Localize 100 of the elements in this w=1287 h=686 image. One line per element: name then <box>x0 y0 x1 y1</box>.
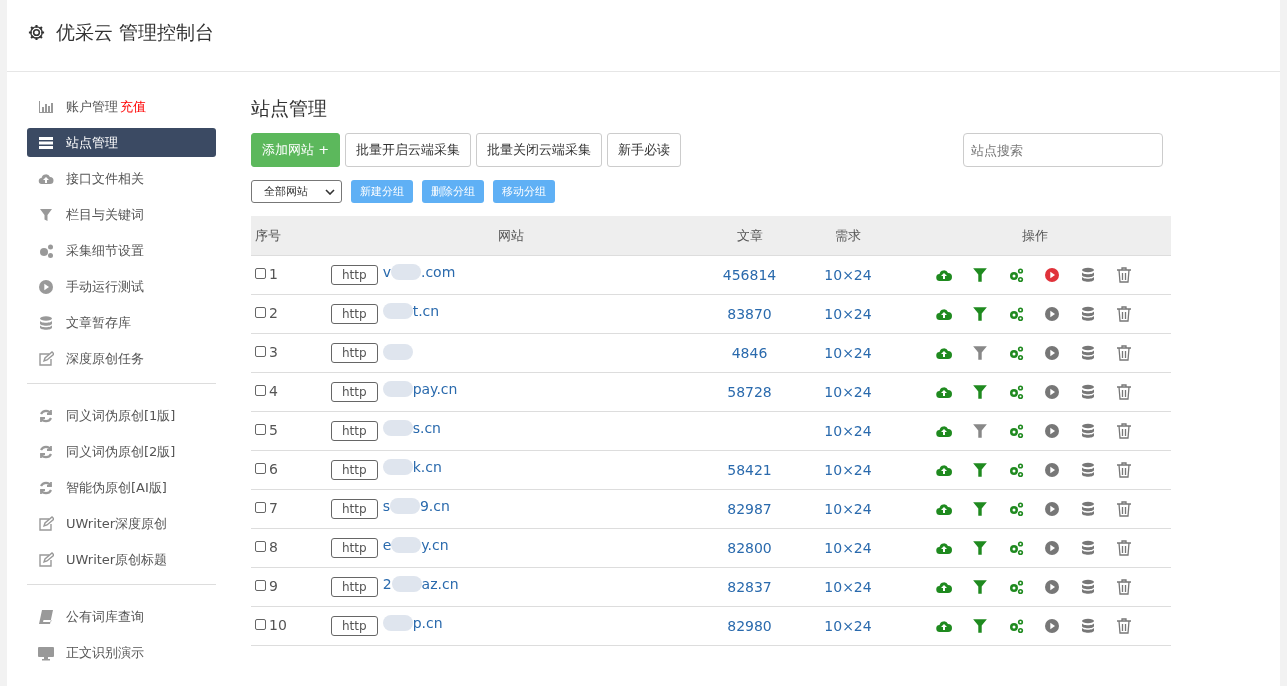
demand-value: 10×24 <box>824 306 872 322</box>
checkbox[interactable] <box>255 346 266 357</box>
gears-icon[interactable] <box>1008 540 1024 556</box>
checkbox[interactable] <box>255 463 266 474</box>
filter-icon[interactable] <box>972 423 988 439</box>
toolbar-button[interactable]: 新手必读 <box>607 133 682 167</box>
site-link[interactable]: e y.cn <box>382 537 449 553</box>
cloud-upload-icon[interactable] <box>936 267 952 283</box>
trash-icon[interactable] <box>1116 618 1132 634</box>
cloud-upload-icon[interactable] <box>936 540 952 556</box>
database-icon[interactable] <box>1080 501 1096 517</box>
play-icon[interactable] <box>1044 423 1060 439</box>
demand-value: 10×24 <box>824 618 872 634</box>
filter-icon[interactable] <box>972 618 988 634</box>
play-icon[interactable] <box>1044 618 1060 634</box>
cloud-upload-icon[interactable] <box>936 579 952 595</box>
database-icon[interactable] <box>1080 462 1096 478</box>
sidebar-item[interactable]: 深度原创任务 <box>27 344 216 373</box>
gears-icon[interactable] <box>1008 423 1024 439</box>
checkbox[interactable] <box>255 619 266 630</box>
group-dropdown[interactable]: 全部网站 <box>251 180 342 203</box>
trash-icon[interactable] <box>1116 501 1132 517</box>
database-icon[interactable] <box>1080 267 1096 283</box>
search-field[interactable]: 站点搜索 <box>963 133 1163 167</box>
toolbar-button[interactable]: 批量开启云端采集 <box>345 133 472 167</box>
database-icon[interactable] <box>1080 423 1096 439</box>
sidebar-item[interactable]: 文章暂存库 <box>27 308 216 337</box>
play-icon[interactable] <box>1044 579 1060 595</box>
cloud-upload-icon[interactable] <box>936 423 952 439</box>
sidebar-item[interactable]: 采集细节设置 <box>27 236 216 265</box>
filter-icon[interactable] <box>972 267 988 283</box>
checkbox[interactable] <box>255 307 266 318</box>
recharge-link[interactable]: 充值 <box>120 97 146 116</box>
sidebar-item[interactable]: 接口文件相关 <box>27 164 216 193</box>
sidebar-item[interactable]: 公有词库查询 <box>27 602 216 631</box>
sidebar-item[interactable]: 正文识别演示 <box>27 638 216 667</box>
play-icon[interactable] <box>1044 345 1060 361</box>
trash-icon[interactable] <box>1116 345 1132 361</box>
filter-icon[interactable] <box>972 540 988 556</box>
sidebar-item[interactable]: 站点管理 <box>27 128 216 157</box>
sidebar-item[interactable]: 栏目与关键词 <box>27 200 216 229</box>
article-count: 83870 <box>727 306 772 322</box>
trash-icon[interactable] <box>1116 306 1132 322</box>
site-link[interactable]: pay.cn <box>382 381 458 397</box>
checkbox[interactable] <box>255 502 266 513</box>
sidebar-item[interactable]: 账户管理 充值 <box>27 92 216 121</box>
filter-icon[interactable] <box>972 501 988 517</box>
gears-icon[interactable] <box>1008 618 1024 634</box>
gears-icon[interactable] <box>1008 462 1024 478</box>
checkbox[interactable] <box>255 580 266 591</box>
cloud-upload-icon[interactable] <box>936 501 952 517</box>
gears-icon[interactable] <box>1008 345 1024 361</box>
gears-icon[interactable] <box>1008 579 1024 595</box>
trash-icon[interactable] <box>1116 423 1132 439</box>
trash-icon[interactable] <box>1116 462 1132 478</box>
checkbox[interactable] <box>255 424 266 435</box>
sidebar-item[interactable]: 同义词伪原创[1版] <box>27 401 216 430</box>
filter-icon[interactable] <box>972 462 988 478</box>
database-icon[interactable] <box>1080 384 1096 400</box>
play-icon[interactable] <box>1044 306 1060 322</box>
cloud-upload-icon[interactable] <box>936 462 952 478</box>
sidebar-item[interactable]: UWriter深度原创 <box>27 509 216 538</box>
gears-icon[interactable] <box>1008 306 1024 322</box>
trash-icon[interactable] <box>1116 579 1132 595</box>
filter-icon[interactable] <box>972 306 988 322</box>
trash-icon[interactable] <box>1116 267 1132 283</box>
site-link[interactable]: v .com <box>382 264 456 280</box>
database-icon[interactable] <box>1080 345 1096 361</box>
checkbox[interactable] <box>255 268 266 279</box>
sidebar-item[interactable]: UWriter原创标题 <box>27 545 216 574</box>
cloud-upload-icon[interactable] <box>936 345 952 361</box>
play-icon[interactable] <box>1044 540 1060 556</box>
database-icon[interactable] <box>1080 306 1096 322</box>
gears-icon[interactable] <box>1008 501 1024 517</box>
toolbar-button[interactable]: 批量关闭云端采集 <box>476 133 603 167</box>
gears-icon[interactable] <box>1008 384 1024 400</box>
play-icon[interactable] <box>1044 501 1060 517</box>
database-icon[interactable] <box>1080 579 1096 595</box>
checkbox[interactable] <box>255 541 266 552</box>
sidebar-item[interactable]: 智能伪原创[AI版] <box>27 473 216 502</box>
cloud-upload-icon[interactable] <box>936 384 952 400</box>
trash-icon[interactable] <box>1116 384 1132 400</box>
row-number: 4 <box>269 383 278 399</box>
gears-icon[interactable] <box>1008 267 1024 283</box>
play-icon[interactable] <box>1044 267 1060 283</box>
trash-icon[interactable] <box>1116 540 1132 556</box>
sidebar-item[interactable]: 手动运行测试 <box>27 272 216 301</box>
database-icon[interactable] <box>1080 618 1096 634</box>
sidebar-item[interactable]: 同义词伪原创[2版] <box>27 437 216 466</box>
database-icon[interactable] <box>1080 540 1096 556</box>
filter-icon[interactable] <box>972 384 988 400</box>
checkbox[interactable] <box>255 385 266 396</box>
filter-icon[interactable] <box>972 579 988 595</box>
play-icon[interactable] <box>1044 462 1060 478</box>
site-link[interactable]: s 9.cn <box>382 498 450 514</box>
play-icon[interactable] <box>1044 384 1060 400</box>
cloud-upload-icon[interactable] <box>936 618 952 634</box>
filter-icon[interactable] <box>972 345 988 361</box>
site-link[interactable]: 2 az.cn <box>382 576 459 592</box>
cloud-upload-icon[interactable] <box>936 306 952 322</box>
